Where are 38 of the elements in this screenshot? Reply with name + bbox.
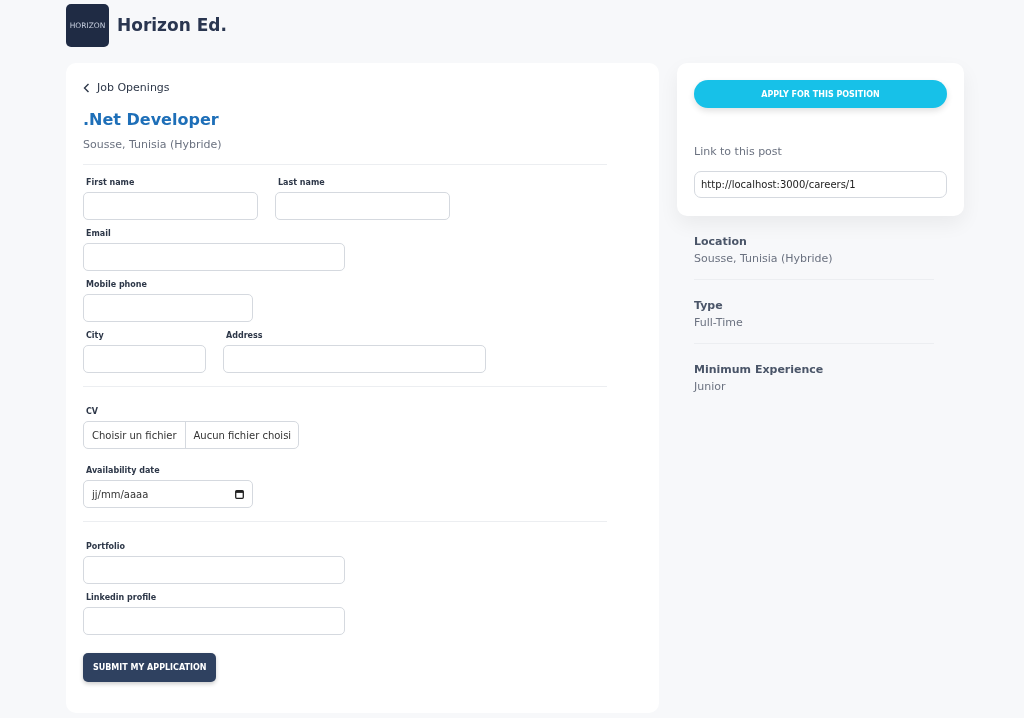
file-status: Aucun fichier choisi <box>192 428 293 443</box>
choose-file-button[interactable]: Choisir un fichier <box>84 422 186 448</box>
detail-value: Full-Time <box>694 316 744 329</box>
input-field[interactable] <box>223 345 486 373</box>
detail-label: Type <box>694 299 724 312</box>
field-label: City <box>85 331 105 340</box>
field-label: CV <box>85 407 100 416</box>
field-label: First name <box>85 178 136 187</box>
detail-value: Sousse, Tunisia (Hybride) <box>694 252 834 265</box>
input-field[interactable] <box>83 607 345 635</box>
input-field[interactable] <box>83 243 345 271</box>
job-title: .Net Developer <box>83 110 220 129</box>
link-label: Link to this post <box>694 145 783 158</box>
detail-value: Junior <box>694 380 727 393</box>
calendar-icon <box>235 489 244 499</box>
job-location: Sousse, Tunisia (Hybride) <box>83 138 223 151</box>
file-input[interactable]: Choisir un fichier Aucun fichier choisi <box>83 421 299 449</box>
back-link[interactable]: Job Openings <box>83 81 642 94</box>
input-field[interactable] <box>83 556 345 584</box>
field-label: Linkedin profile <box>85 593 158 602</box>
input-field[interactable] <box>275 192 450 220</box>
submit-button[interactable]: SUBMIT MY APPLICATION <box>83 653 217 682</box>
field-label: Email <box>85 229 112 238</box>
date-placeholder: jj/mm/aaaa <box>92 488 149 500</box>
field-label: Address <box>225 331 264 340</box>
field-label: Last name <box>277 178 326 187</box>
input-field[interactable] <box>83 345 206 373</box>
field-label: Portfolio <box>85 542 127 551</box>
detail-label: Minimum Experience <box>694 363 825 376</box>
link-field[interactable]: http://localhost:3000/careers/1 <box>694 171 947 198</box>
date-field[interactable]: jj/mm/aaaa <box>83 480 253 508</box>
input-field[interactable] <box>83 192 258 220</box>
chevron-left-icon <box>83 82 90 93</box>
field-label: Mobile phone <box>85 280 148 289</box>
detail-label: Location <box>694 235 748 248</box>
field-label: Availability date <box>85 466 161 475</box>
brand-name: Horizon Ed. <box>117 15 227 35</box>
input-field[interactable] <box>83 294 253 322</box>
